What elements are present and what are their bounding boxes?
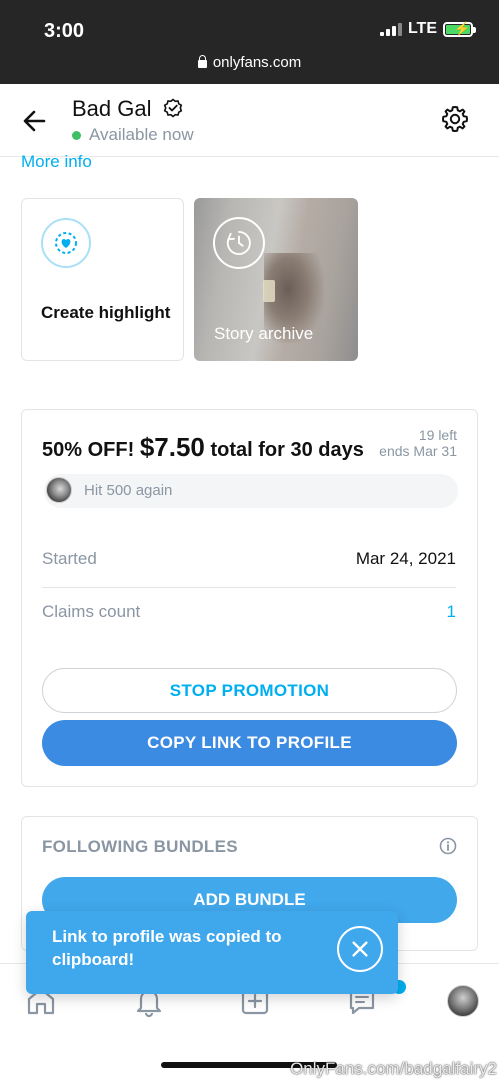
battery-icon: ⚡: [443, 21, 476, 37]
promotion-title: 50% OFF! $7.50 total for 30 days: [42, 432, 364, 463]
claims-row: Claims count 1: [42, 588, 456, 640]
status-time: 3:00: [44, 20, 85, 42]
signal-icon: [379, 22, 402, 36]
archive-thumbnail-detail: [263, 280, 275, 302]
lock-icon: [197, 55, 207, 68]
promotion-message-text: Hit 500 again: [84, 482, 173, 499]
status-bar: 3:00 LTE ⚡ onlyfans.com: [0, 0, 499, 84]
toast-message: Link to profile was copied to clipboard!: [52, 927, 282, 969]
availability-status: Available now: [89, 125, 194, 144]
story-archive-card[interactable]: Story archive: [194, 198, 358, 361]
url-text: onlyfans.com: [212, 54, 302, 71]
profile-header: Bad Gal Available now: [0, 84, 499, 157]
create-highlight-card[interactable]: Create highlight: [21, 198, 184, 361]
promotion-end-date: ends Mar 31: [379, 443, 457, 459]
promotion-remaining: 19 left ends Mar 31: [379, 427, 457, 459]
stop-promotion-button[interactable]: STOP PROMOTION: [42, 668, 457, 713]
claims-count-link[interactable]: 1: [447, 602, 456, 622]
promotion-message: Hit 500 again: [44, 474, 458, 508]
close-icon[interactable]: [337, 926, 383, 972]
online-indicator: [72, 131, 81, 140]
promotion-left-count: 19 left: [418, 427, 457, 443]
watermark: OnlyFans.com/badgalfairy2: [290, 1059, 497, 1078]
arrow-left-icon[interactable]: [20, 106, 50, 136]
create-highlight-label: Create highlight: [41, 303, 171, 322]
started-label: Started: [42, 549, 97, 568]
bundles-title: FOLLOWING BUNDLES: [42, 837, 238, 856]
more-info-link[interactable]: More info: [21, 152, 92, 172]
started-value: Mar 24, 2021: [355, 549, 456, 568]
network-label: LTE: [407, 20, 437, 37]
toast-notification: Link to profile was copied to clipboard!: [26, 911, 398, 994]
verified-icon: [163, 98, 183, 118]
status-indicators: LTE ⚡: [379, 20, 476, 38]
avatar: [46, 477, 72, 503]
clock-history-icon: [213, 217, 265, 269]
profile-name: Bad Gal: [72, 96, 152, 121]
promotion-discount: 50% OFF!: [42, 439, 135, 461]
gear-icon[interactable]: [440, 104, 470, 134]
story-archive-label: Story archive: [214, 324, 314, 343]
promotion-duration: total for 30 days: [210, 439, 364, 461]
avatar[interactable]: [447, 985, 479, 1017]
heart-circle-icon: [41, 218, 91, 268]
copy-link-button[interactable]: COPY LINK TO PROFILE: [42, 720, 457, 766]
url-bar[interactable]: onlyfans.com: [0, 54, 499, 71]
promotion-card: 50% OFF! $7.50 total for 30 days 19 left…: [21, 409, 478, 787]
info-icon[interactable]: [439, 837, 457, 855]
started-row: Started Mar 24, 2021: [42, 535, 456, 587]
promotion-price: $7.50: [139, 432, 205, 462]
claims-label: Claims count: [42, 602, 141, 621]
